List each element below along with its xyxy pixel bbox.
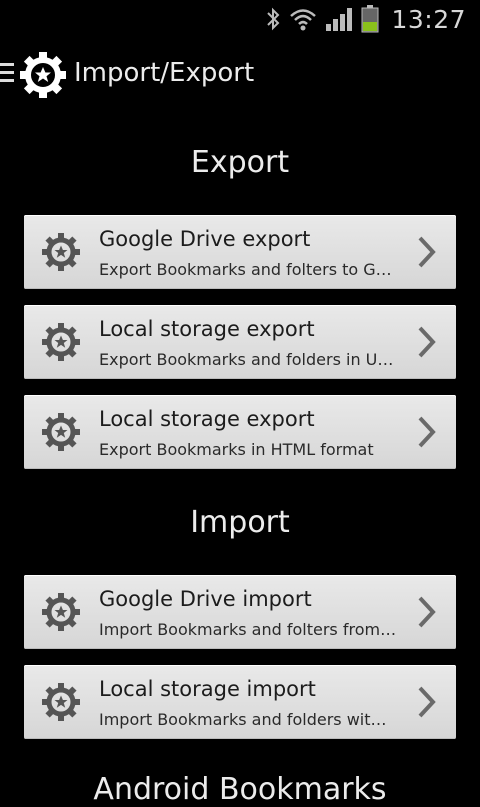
google-drive-import-button[interactable]: Google Drive import Import Bookmarks and…	[24, 575, 456, 649]
battery-icon	[361, 5, 379, 33]
gear-icon	[42, 323, 80, 361]
chevron-right-icon	[418, 596, 436, 628]
signal-icon	[326, 8, 353, 31]
bluetooth-icon	[267, 7, 280, 31]
chevron-right-icon	[418, 686, 436, 718]
section-header-import: Import	[190, 505, 290, 540]
status-bar: 13:27	[0, 0, 480, 38]
item-title: Google Drive import	[99, 587, 312, 611]
item-subtitle: Import Bookmarks and folders wit…	[99, 710, 387, 729]
chevron-right-icon	[418, 326, 436, 358]
gear-icon	[42, 233, 80, 271]
local-storage-export-button[interactable]: Local storage export Export Bookmarks an…	[24, 305, 456, 379]
item-title: Local storage import	[99, 677, 316, 701]
gear-icon	[42, 683, 80, 721]
gear-icon[interactable]	[20, 52, 66, 98]
gear-icon	[42, 593, 80, 631]
section-header-export: Export	[190, 145, 290, 180]
local-storage-html-export-button[interactable]: Local storage export Export Bookmarks in…	[24, 395, 456, 469]
item-subtitle: Export Bookmarks and folters to G…	[99, 260, 392, 279]
google-drive-export-button[interactable]: Google Drive export Export Bookmarks and…	[24, 215, 456, 289]
wifi-icon	[290, 9, 317, 31]
item-subtitle: Export Bookmarks in HTML format	[99, 440, 374, 459]
section-header-android-bookmarks: Android Bookmarks	[93, 772, 387, 807]
gear-icon	[42, 413, 80, 451]
chevron-right-icon	[418, 236, 436, 268]
item-title: Local storage export	[99, 317, 315, 341]
chevron-right-icon	[418, 416, 436, 448]
local-storage-import-button[interactable]: Local storage import Import Bookmarks an…	[24, 665, 456, 739]
action-bar: Import/Export	[0, 38, 480, 112]
status-time: 13:27	[391, 4, 466, 34]
item-title: Google Drive export	[99, 227, 311, 251]
item-subtitle: Import Bookmarks and folters from…	[99, 620, 397, 639]
item-subtitle: Export Bookmarks and folders in U…	[99, 350, 394, 369]
status-icons: 13:27	[265, 4, 466, 34]
page-title: Import/Export	[74, 58, 255, 88]
drawer-icon[interactable]	[0, 63, 14, 85]
item-title: Local storage export	[99, 407, 315, 431]
